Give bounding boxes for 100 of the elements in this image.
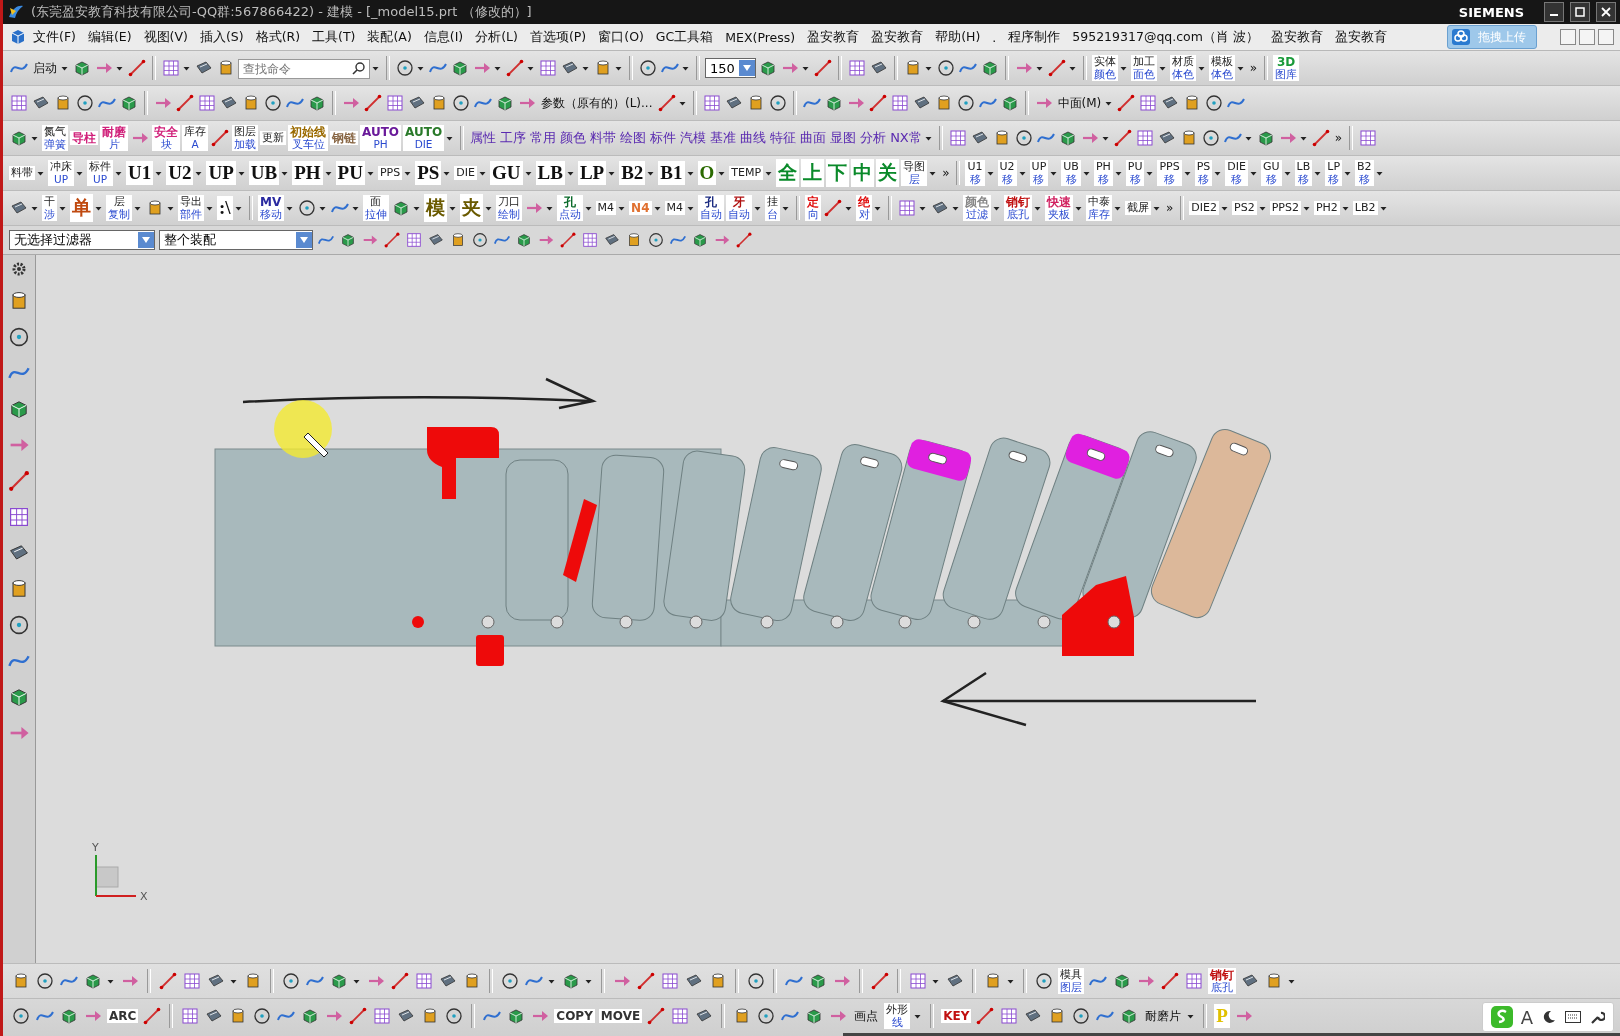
line-icon[interactable] [383, 231, 401, 249]
toolbar-button[interactable]: 绝 对 [856, 195, 872, 221]
menu-item[interactable]: 程序制作 [1002, 26, 1067, 48]
circle-icon[interactable] [647, 231, 665, 249]
toolbar-button[interactable]: COPY [554, 1009, 595, 1023]
dropdown-arrow-icon[interactable] [141, 236, 151, 244]
toolbar-button[interactable]: PPS2 [1269, 201, 1301, 215]
toolbar-button[interactable]: 关 [876, 159, 900, 187]
line-icon[interactable] [870, 971, 890, 991]
dropdown-arrow-icon[interactable] [741, 64, 752, 72]
s-logo-icon[interactable] [1490, 1006, 1513, 1028]
toolbar-button[interactable]: 耐磨片 [1143, 1007, 1184, 1025]
maximize-button[interactable] [1570, 2, 1590, 22]
toolbar-button[interactable]: MOVE [598, 1009, 643, 1023]
line-icon[interactable] [175, 93, 195, 113]
toolbar-link[interactable]: 曲面 [799, 129, 828, 147]
line-icon[interactable] [1310, 128, 1331, 148]
toolbar-button[interactable]: 外形 线 [884, 1003, 911, 1029]
toolbar-button[interactable]: 更新 [260, 131, 286, 145]
selection-filter-dropdown[interactable]: 无选择过滤器 [9, 230, 155, 250]
grid-icon[interactable] [180, 1006, 201, 1026]
line-icon[interactable] [646, 1006, 667, 1026]
menu-item[interactable]: 视图(V) [137, 26, 194, 48]
circle-icon[interactable] [7, 325, 31, 349]
menu-item[interactable]: 盈安教育 [865, 26, 930, 48]
menu-item[interactable]: 窗口(O) [592, 26, 650, 48]
toolbar-button[interactable]: 上 [801, 159, 825, 187]
line-icon[interactable] [1116, 93, 1137, 113]
search-field[interactable]: 查找命令 [238, 59, 370, 79]
cube-icon[interactable] [9, 28, 27, 46]
circle-icon[interactable] [746, 971, 766, 991]
toolbar-link[interactable]: 显图 [829, 129, 858, 147]
toolbar-button[interactable]: DIE 移 [1225, 160, 1249, 186]
toolbar-button[interactable]: ARC [107, 1009, 139, 1023]
toolbar-button[interactable]: PH2 [1313, 201, 1340, 215]
circle-icon[interactable] [1204, 93, 1225, 113]
scope-dropdown[interactable]: 整个装配 [159, 230, 313, 250]
menu-item[interactable]: 盈安教育 [1264, 26, 1329, 48]
circle-icon[interactable] [638, 58, 658, 78]
grid-icon[interactable] [999, 1006, 1020, 1026]
grid-icon[interactable] [1138, 93, 1159, 113]
toolbar-button[interactable]: » [940, 166, 952, 180]
toolbar-button[interactable]: 耐磨 片 [100, 125, 128, 151]
line-icon[interactable] [812, 58, 833, 78]
toolbar-button[interactable]: PPS 移 [1157, 160, 1182, 186]
circle-icon[interactable] [500, 971, 520, 991]
cube-icon[interactable] [691, 231, 709, 249]
maximize-icon[interactable] [1575, 7, 1585, 17]
toolbar-button[interactable]: 初始线 叉车位 [288, 125, 328, 151]
close-button[interactable] [1596, 2, 1616, 22]
menu-item[interactable]: 盈安教育 [801, 26, 866, 48]
menu-item[interactable]: 工具(T) [306, 26, 362, 48]
toolbar-button[interactable]: LB 移 [1294, 160, 1313, 186]
grid-icon[interactable] [701, 93, 722, 113]
toolbar-button[interactable]: M4 [664, 201, 685, 215]
grid-icon[interactable] [670, 1006, 691, 1026]
toolbar-button[interactable]: UB [248, 161, 280, 185]
toolbar-button[interactable]: UP 移 [1029, 160, 1049, 186]
menu-item[interactable]: 分析(L) [469, 26, 524, 48]
cube-icon[interactable] [339, 231, 357, 249]
toolbar-button[interactable]: 氮气 弹簧 [42, 125, 68, 151]
toolbar-button[interactable]: 参数（原有的）(L)... [539, 94, 655, 112]
toolbar-button[interactable]: 模 [423, 194, 447, 222]
line-icon[interactable] [656, 93, 677, 113]
settings-icon[interactable] [11, 261, 27, 277]
menu-item[interactable]: 首选项(P) [523, 26, 593, 48]
toolbar-link[interactable]: NX常 [889, 129, 923, 147]
grid-icon[interactable] [385, 93, 405, 113]
model-viewport[interactable]: X Y [36, 255, 1620, 963]
grid-icon[interactable] [372, 1006, 393, 1026]
circle-icon[interactable] [395, 58, 415, 78]
toolbar-button[interactable]: 中面(M) [1055, 94, 1104, 112]
toolbar-button[interactable]: PPS [377, 166, 403, 180]
circle-icon[interactable] [7, 613, 31, 637]
toolbar-link[interactable]: 属性 [469, 129, 498, 147]
toolbar-button[interactable]: 模板 体色 [1208, 55, 1235, 81]
circle-icon[interactable] [756, 1006, 777, 1026]
toolbar-link[interactable]: 颜色 [559, 129, 588, 147]
toolbar-button[interactable]: PH 移 [1093, 160, 1113, 186]
grid-icon[interactable] [405, 231, 423, 249]
toolbar-button[interactable]: U1 移 [965, 160, 985, 186]
toolbar-button[interactable]: LP 移 [1325, 160, 1343, 186]
line-icon[interactable] [735, 231, 753, 249]
toolbar-button[interactable]: 标件 UP [87, 160, 113, 186]
circle-icon[interactable] [35, 971, 55, 991]
grid-icon[interactable] [908, 971, 928, 991]
toolbar-button[interactable]: 库存 A [182, 125, 208, 151]
toolbar-button[interactable]: PU [335, 161, 365, 185]
toolbar-button[interactable]: PS2 [1232, 201, 1257, 215]
menu-item[interactable]: GC工具箱 [649, 26, 720, 48]
line-icon[interactable] [7, 469, 31, 493]
menu-item[interactable]: 插入(S) [193, 26, 250, 48]
toolbar-button[interactable]: B2 [619, 161, 646, 185]
toolbar-button[interactable]: 销钉 底孔 [1004, 195, 1032, 221]
toolbar-button[interactable]: PS [415, 161, 442, 185]
grid-icon[interactable] [197, 93, 217, 113]
moon-icon[interactable] [1541, 1009, 1557, 1025]
circle-icon[interactable] [75, 93, 95, 113]
line-icon[interactable] [142, 1006, 163, 1026]
menu-item[interactable]: 帮助(H) [929, 26, 987, 48]
